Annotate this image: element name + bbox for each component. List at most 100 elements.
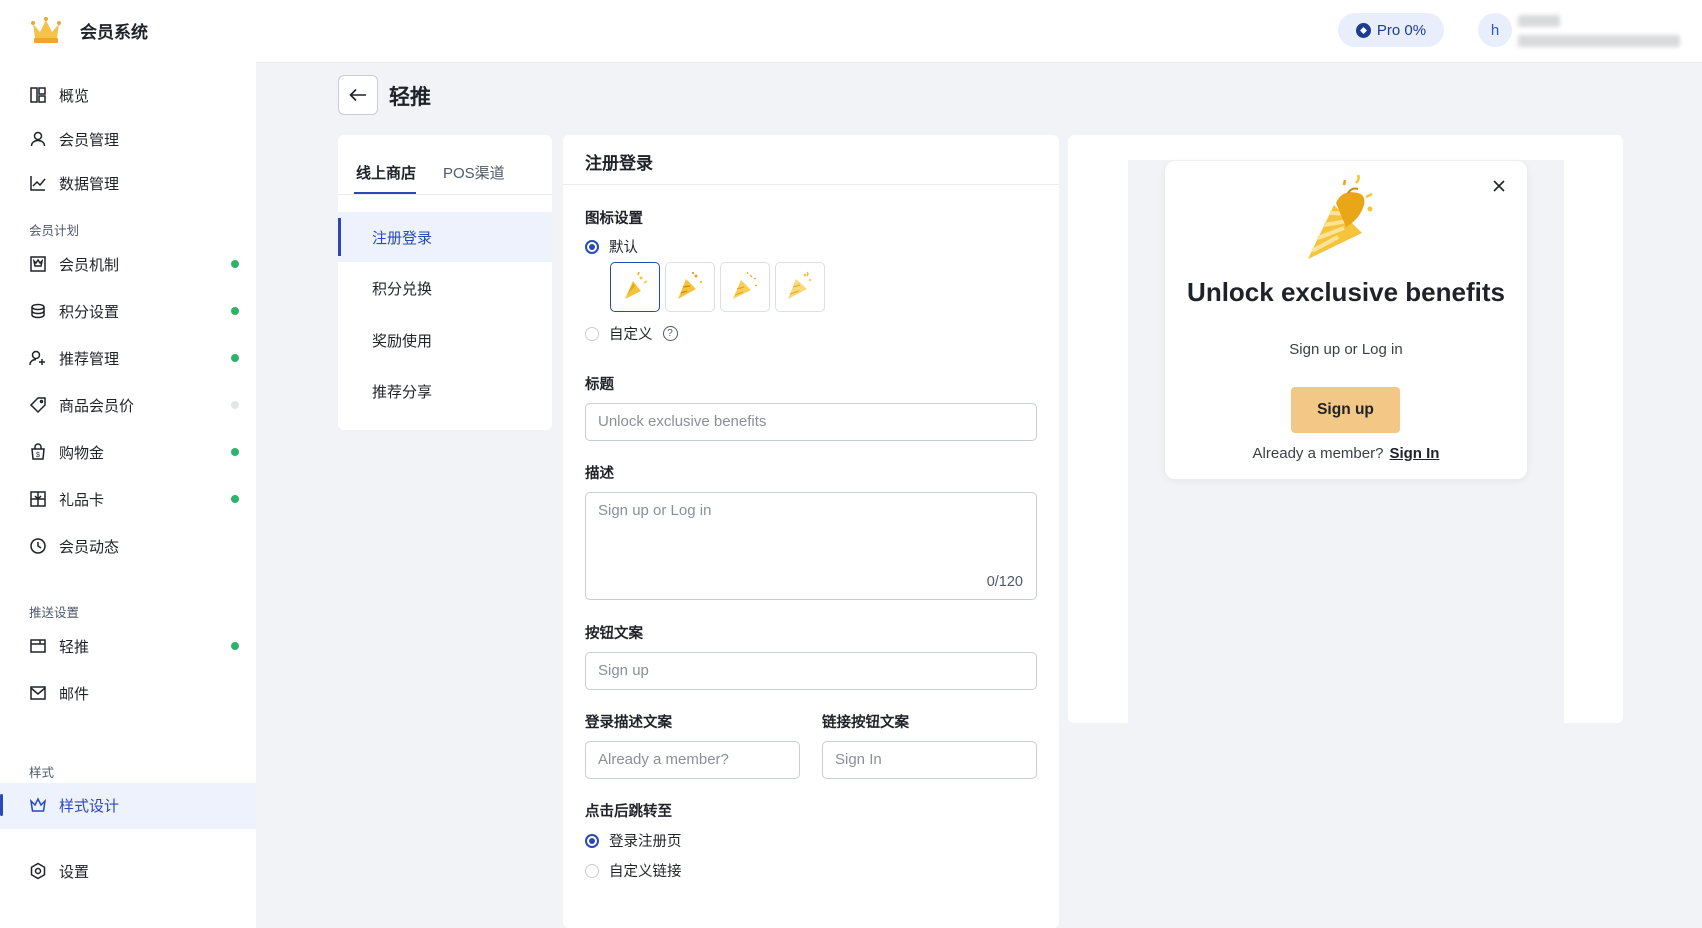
sidebar-item-style-design[interactable]: 样式设计 (0, 783, 256, 829)
sidebar-item-referral[interactable]: 推荐管理 (0, 336, 256, 380)
icon-settings-label: 图标设置 (585, 211, 643, 227)
status-dot (231, 642, 239, 650)
settings-item-label: 奖励使用 (372, 333, 433, 350)
tab-divider (338, 194, 552, 195)
icon-option-3[interactable] (720, 262, 770, 312)
party-popper-icon (678, 272, 703, 299)
status-dot (231, 495, 239, 503)
sidebar-item-overview[interactable]: 概览 (0, 73, 256, 117)
sidebar-item-label: 推荐管理 (59, 351, 120, 368)
status-dot (231, 448, 239, 456)
sidebar-section-membership: 会员计划 (29, 224, 80, 238)
plan-badge[interactable]: Pro 0% (1338, 13, 1444, 47)
sidebar-item-gift-card[interactable]: 礼品卡 (0, 477, 256, 521)
sidebar-item-points[interactable]: 积分设置 (0, 289, 256, 333)
sidebar-item-data[interactable]: 数据管理 (0, 161, 256, 205)
sidebar-item-member-activity[interactable]: 会员动态 (0, 524, 256, 568)
member-card-icon (30, 256, 46, 272)
description-textarea[interactable]: Sign up or Log in 0/120 (585, 492, 1037, 600)
preview-description: Sign up or Log in (1289, 341, 1403, 358)
sidebar-item-label: 会员动态 (59, 539, 120, 556)
user-plus-icon (29, 350, 45, 366)
user-icon (30, 131, 46, 147)
settings-item-referral-share[interactable]: 推荐分享 (338, 366, 552, 416)
button-text-label: 按钮文案 (585, 626, 643, 642)
clock-icon (30, 538, 46, 554)
sidebar-item-store-credit[interactable]: $ 购物金 (0, 430, 256, 474)
settings-item-label: 注册登录 (372, 230, 433, 247)
tab-online-store[interactable]: 线上商店 (356, 162, 416, 183)
sidebar-item-label: 设置 (59, 864, 90, 881)
character-counter: 0/120 (986, 574, 1023, 590)
mail-icon (30, 686, 46, 700)
party-popper-icon (625, 271, 648, 299)
preview-title: Unlock exclusive benefits (1187, 277, 1505, 307)
sidebar-item-label: 商品会员价 (59, 398, 135, 415)
redirect-login-page-radio[interactable]: 登录注册页 (585, 830, 682, 851)
gear-icon (30, 862, 46, 880)
avatar[interactable]: h (1478, 13, 1512, 47)
svg-text:$: $ (36, 452, 40, 459)
sidebar-item-label: 概览 (59, 88, 90, 105)
settings-item-signup-login[interactable]: 注册登录 (338, 212, 552, 262)
sidebar-item-label: 邮件 (59, 686, 90, 703)
sidebar-item-label: 会员管理 (59, 132, 120, 149)
title-input[interactable]: Unlock exclusive benefits (585, 403, 1037, 441)
bag-icon: $ (31, 443, 45, 460)
sidebar-item-email[interactable]: 邮件 (0, 671, 256, 715)
back-button[interactable] (338, 75, 378, 115)
icon-option-4[interactable] (775, 262, 825, 312)
status-dot (231, 401, 239, 409)
sidebar-item-members[interactable]: 会员管理 (0, 117, 256, 161)
sidebar-item-label: 购物金 (59, 445, 105, 462)
login-desc-input[interactable]: Already a member? (585, 741, 800, 779)
chart-icon (30, 176, 46, 191)
account-name-redacted (1518, 15, 1560, 27)
icon-option-2[interactable] (665, 262, 715, 312)
icon-option-1[interactable] (610, 262, 660, 312)
icon-default-radio[interactable]: 默认 (585, 236, 638, 257)
radio-label: 自定义 (609, 327, 653, 343)
party-popper-icon (733, 271, 758, 299)
top-bar: 会员系统 Pro 0% h (0, 0, 1702, 63)
settings-item-points-redeem[interactable]: 积分兑换 (338, 263, 552, 313)
form-heading: 注册登录 (585, 154, 653, 173)
sidebar-item-nudge[interactable]: 轻推 (0, 624, 256, 668)
close-icon[interactable] (1492, 179, 1506, 193)
radio-label: 自定义链接 (609, 864, 682, 880)
status-dot (231, 307, 239, 315)
sidebar-item-settings[interactable]: 设置 (0, 849, 256, 893)
link-button-input[interactable]: Sign In (822, 741, 1037, 779)
preview-stage: Unlock exclusive benefits Sign up or Log… (1128, 160, 1564, 723)
sidebar-section-push: 推送设置 (29, 606, 80, 620)
sidebar-item-member-mechanism[interactable]: 会员机制 (0, 242, 256, 286)
settings-nav-card: 线上商店 POS渠道 注册登录 积分兑换 奖励使用 推荐分享 (338, 135, 552, 430)
sidebar: 概览 会员管理 数据管理 会员计划 会员机制 积分设置 推荐管理 商品会员价 $… (0, 62, 256, 928)
description-placeholder: Sign up or Log in (598, 502, 712, 519)
sidebar-item-member-price[interactable]: 商品会员价 (0, 383, 256, 427)
radio-checked (585, 833, 599, 848)
redirect-custom-link-radio[interactable]: 自定义链接 (585, 860, 682, 881)
radio-checked (585, 239, 599, 254)
preview-signin-link[interactable]: Sign In (1389, 445, 1439, 462)
radio-unchecked (585, 863, 599, 878)
settings-item-label: 推荐分享 (372, 384, 433, 401)
sidebar-item-label: 样式设计 (59, 798, 120, 815)
help-icon[interactable]: ? (662, 326, 678, 341)
settings-item-reward-use[interactable]: 奖励使用 (338, 315, 552, 365)
preview-signup-button[interactable]: Sign up (1291, 387, 1400, 433)
sidebar-item-label: 轻推 (59, 639, 90, 656)
account-email-redacted (1518, 35, 1680, 47)
dashboard-icon (30, 87, 46, 103)
radio-label: 登录注册页 (609, 834, 682, 850)
description-label: 描述 (585, 466, 614, 482)
already-member-text: Already a member? (1252, 445, 1384, 462)
tab-pos-channel[interactable]: POS渠道 (443, 162, 505, 183)
settings-item-label: 积分兑换 (372, 281, 433, 298)
redirect-label: 点击后跳转至 (585, 804, 672, 820)
sidebar-item-label: 会员机制 (59, 257, 120, 274)
tag-icon (29, 397, 46, 414)
icon-custom-radio[interactable]: 自定义 ? (585, 323, 678, 344)
button-text-input[interactable]: Sign up (585, 652, 1037, 690)
status-dot (231, 260, 239, 268)
